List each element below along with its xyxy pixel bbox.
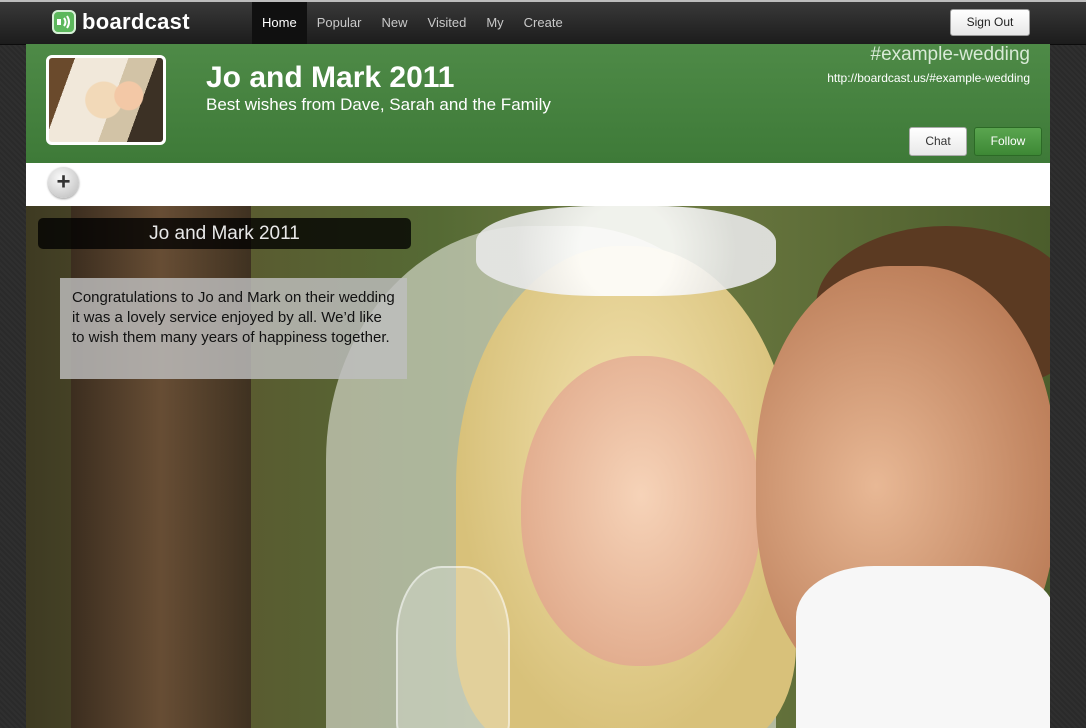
nav-item-visited[interactable]: Visited (418, 2, 477, 44)
chat-button[interactable]: Chat (909, 127, 967, 156)
main-nav: Home Popular New Visited My Create (252, 2, 573, 44)
brand-logo[interactable]: boardcast (52, 9, 190, 35)
nav-item-my[interactable]: My (476, 2, 513, 44)
photo-title-bar: Jo and Mark 2011 (38, 218, 411, 249)
photo-champagne-glass (396, 566, 510, 728)
nav-item-home[interactable]: Home (252, 2, 307, 44)
follow-button[interactable]: Follow (974, 127, 1042, 156)
board-subtitle: Best wishes from Dave, Sarah and the Fam… (206, 95, 551, 114)
plus-icon: + (56, 168, 71, 196)
board-hashtag: #example-wedding (870, 44, 1031, 65)
nav-item-new[interactable]: New (372, 2, 418, 44)
broadcast-icon (52, 10, 76, 34)
message-note[interactable]: Congratulations to Jo and Mark on their … (60, 278, 407, 379)
top-navbar: boardcast Home Popular New Visited My Cr… (0, 0, 1086, 45)
nav-item-popular[interactable]: Popular (307, 2, 372, 44)
board-panel: Jo and Mark 2011 Best wishes from Dave, … (26, 44, 1050, 728)
board-title: Jo and Mark 2011 (206, 61, 455, 94)
board-photo[interactable]: Jo and Mark 2011 Congratulations to Jo a… (26, 206, 1050, 728)
board-toolbar: + (26, 163, 1050, 206)
board-thumbnail[interactable] (46, 55, 166, 145)
add-item-button[interactable]: + (48, 167, 79, 198)
photo-bride-face (521, 356, 761, 666)
photo-groom-shirt (796, 566, 1050, 728)
board-header: Jo and Mark 2011 Best wishes from Dave, … (26, 44, 1050, 163)
sign-out-button[interactable]: Sign Out (950, 9, 1030, 36)
brand-name: boardcast (82, 9, 190, 34)
nav-item-create[interactable]: Create (514, 2, 573, 44)
photo-flowers (476, 206, 776, 296)
board-url[interactable]: http://boardcast.us/#example-wedding (827, 71, 1030, 85)
